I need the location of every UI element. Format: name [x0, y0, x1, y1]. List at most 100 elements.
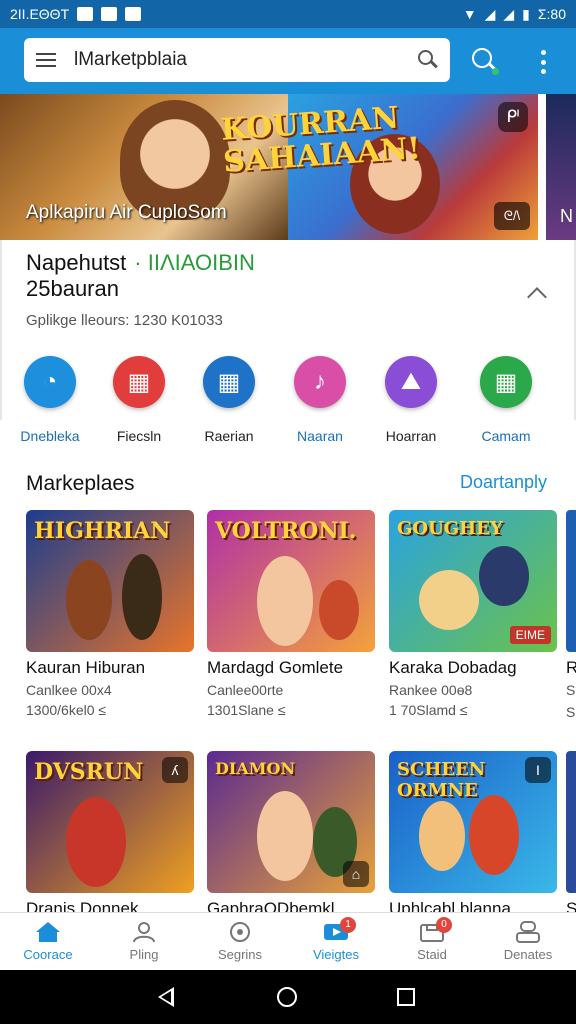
thumbnail-figure: [419, 801, 465, 871]
app-notification-icon: [125, 7, 142, 21]
thumbnail-title: DIAMON: [215, 759, 296, 778]
nav-item-account[interactable]: Denates: [480, 913, 576, 971]
game-card[interactable]: DVSRUN ʎ Dranis Donnek: [26, 751, 194, 919]
panel-title: Napehutst · ΙΙΛΙΑΟΙΒΙΝ: [26, 250, 255, 276]
nav-label: Denates: [503, 947, 553, 962]
featured-banner[interactable]: KOURRAN SAHAIAAN! Aplkapiru Air CuploSom…: [0, 94, 576, 240]
game-developer: Rankee 00ɵ8: [389, 682, 473, 698]
thumbnail-title: VOLTRONI.: [215, 518, 357, 544]
thumbnail-figure: [469, 795, 519, 875]
category-item[interactable]: ▦ Camam: [460, 356, 552, 446]
back-icon[interactable]: [158, 987, 174, 1007]
home-circle-icon[interactable]: [277, 987, 297, 1007]
panel-subtitle: 25bauran: [26, 276, 119, 301]
account-icon: [515, 921, 541, 943]
home-game-icon[interactable]: ⌂: [343, 861, 369, 887]
game-name: Kauran Hiburan: [26, 658, 146, 677]
status-clock: Σ:80: [537, 6, 566, 22]
controller-icon[interactable]: ʎ: [162, 757, 188, 783]
panel-title-text: Napehutst: [26, 250, 127, 275]
wifi-icon: ▼: [462, 6, 477, 22]
nav-label: Segrins: [217, 947, 263, 962]
game-thumbnail: HIGHRIAN: [26, 510, 194, 652]
notification-icon: [77, 7, 94, 21]
next-card-peek[interactable]: [566, 510, 576, 652]
next-card-peek-rating: S: [566, 704, 576, 720]
next-card-peek[interactable]: [566, 751, 576, 893]
game-card[interactable]: GOUGHEY ΕΙΜΕ Karaka Dobadag Rankee 00ɵ8 …: [389, 510, 557, 718]
category-item[interactable]: ⛰ Hoarran: [365, 356, 457, 446]
category-label: Camam: [481, 428, 531, 444]
home-icon: [35, 921, 61, 943]
next-card-peek-dev: S: [566, 682, 576, 698]
nav-label: Vieigtes: [312, 947, 359, 962]
game-card[interactable]: VOLTRONI. Mardagd Gomlete Canlee00rte 13…: [207, 510, 375, 718]
banner-caption: Aplkapiru Air CuploSom: [26, 202, 227, 223]
category-item[interactable]: ♪ Naaran: [274, 356, 366, 446]
nav-label: Pling: [129, 947, 159, 962]
recent-apps-icon[interactable]: [397, 988, 415, 1006]
thumbnail-title: GOUGHEY: [397, 518, 503, 539]
chevron-up-icon[interactable]: [527, 287, 547, 307]
thumbnail-figure: [479, 546, 529, 606]
category-icon: ⛰: [385, 356, 437, 408]
panel-title-status: · ΙΙΛΙΑΟΙΒΙΝ: [134, 250, 255, 275]
game-tag-badge: ΕΙΜΕ: [509, 626, 551, 644]
game-card[interactable]: HIGHRIAN Kauran Hiburan Canlkee 00x4 130…: [26, 510, 194, 718]
lock-icon[interactable]: ᒆ: [498, 102, 528, 132]
thumbnail-figure: [319, 580, 359, 640]
signal-icon: ◢: [484, 5, 496, 22]
info-icon[interactable]: Ι: [525, 757, 551, 783]
thumbnail-title: DVSRUN: [34, 759, 144, 785]
section-title: Markeplaes: [26, 472, 135, 495]
status-bar: 2ΙΙ.ΕΘΘΤ ▼ ◢ ◢ ▮ Σ:80: [0, 0, 576, 28]
top-app-bar: [0, 28, 576, 94]
menu-icon[interactable]: [36, 53, 56, 67]
thumbnail-figure: [419, 570, 479, 630]
game-name: Karaka Dobadag: [389, 658, 517, 677]
banner-headline: KOURRAN SAHAIAAN!: [220, 101, 422, 180]
nav-item-store[interactable]: 0 Staid: [384, 913, 480, 971]
category-label: Hoarran: [385, 428, 437, 444]
nav-item-profile[interactable]: Pling: [96, 913, 192, 971]
status-time: 2ΙΙ.ΕΘΘΤ: [10, 6, 70, 22]
search-icon[interactable]: [418, 50, 438, 70]
thumbnail-figure: [257, 556, 313, 646]
panel-meta: Gplikge lleours: 1230 K01033: [26, 312, 223, 329]
game-rating: 1301Slane ≤: [207, 702, 286, 718]
game-thumbnail: DVSRUN ʎ: [26, 751, 194, 893]
more-options-icon[interactable]: [536, 50, 550, 74]
see-all-link[interactable]: Doartanply: [460, 472, 547, 493]
category-label: Fiecsln: [116, 428, 162, 444]
next-card-peek-name: R: [566, 658, 576, 677]
compass-icon: [227, 921, 253, 943]
category-icon: ▦: [113, 356, 165, 408]
category-item[interactable]: ▦ Raerian: [183, 356, 275, 446]
category-icon: ▦: [480, 356, 532, 408]
game-card[interactable]: SCHEEN ORMNE Ι Uphlcabl.blanna: [389, 751, 557, 919]
banner-badge-icon[interactable]: ᘓ/\: [494, 202, 530, 230]
banner-next-peek[interactable]: N: [546, 94, 576, 240]
category-item[interactable]: ◔ Dnebleka: [4, 356, 96, 446]
game-thumbnail: DIAMON ⌂: [207, 751, 375, 893]
nav-item-home[interactable]: Coorace: [0, 913, 96, 971]
signal-2-icon: ◢: [503, 5, 515, 22]
game-thumbnail: VOLTRONI.: [207, 510, 375, 652]
game-card[interactable]: DIAMON ⌂ GaphraQDbemkl: [207, 751, 375, 919]
game-rating: 1300/6kel0 ≤: [26, 702, 107, 718]
category-shortcuts: ◔ Dnebleka ▦ Fiecsln ▦ Raerian ♪ Naaran …: [0, 356, 576, 456]
category-label: Naaran: [297, 428, 343, 444]
game-thumbnail: SCHEEN ORMNE Ι: [389, 751, 557, 893]
search-button-icon[interactable]: [472, 48, 500, 76]
game-rating: 1 70Slamd ≤: [389, 702, 468, 718]
search-bar[interactable]: [24, 38, 450, 82]
notification-badge: 1: [340, 917, 356, 933]
category-item[interactable]: ▦ Fiecsln: [93, 356, 185, 446]
search-input[interactable]: [74, 49, 418, 71]
nav-item-videos[interactable]: 1 Vieigtes: [288, 913, 384, 971]
game-name: Mardagd Gomlete: [207, 658, 344, 677]
nav-item-explore[interactable]: Segrins: [192, 913, 288, 971]
category-icon: ▦: [203, 356, 255, 408]
battery-icon: ▮: [522, 5, 530, 22]
category-icon: ◔: [24, 356, 76, 408]
